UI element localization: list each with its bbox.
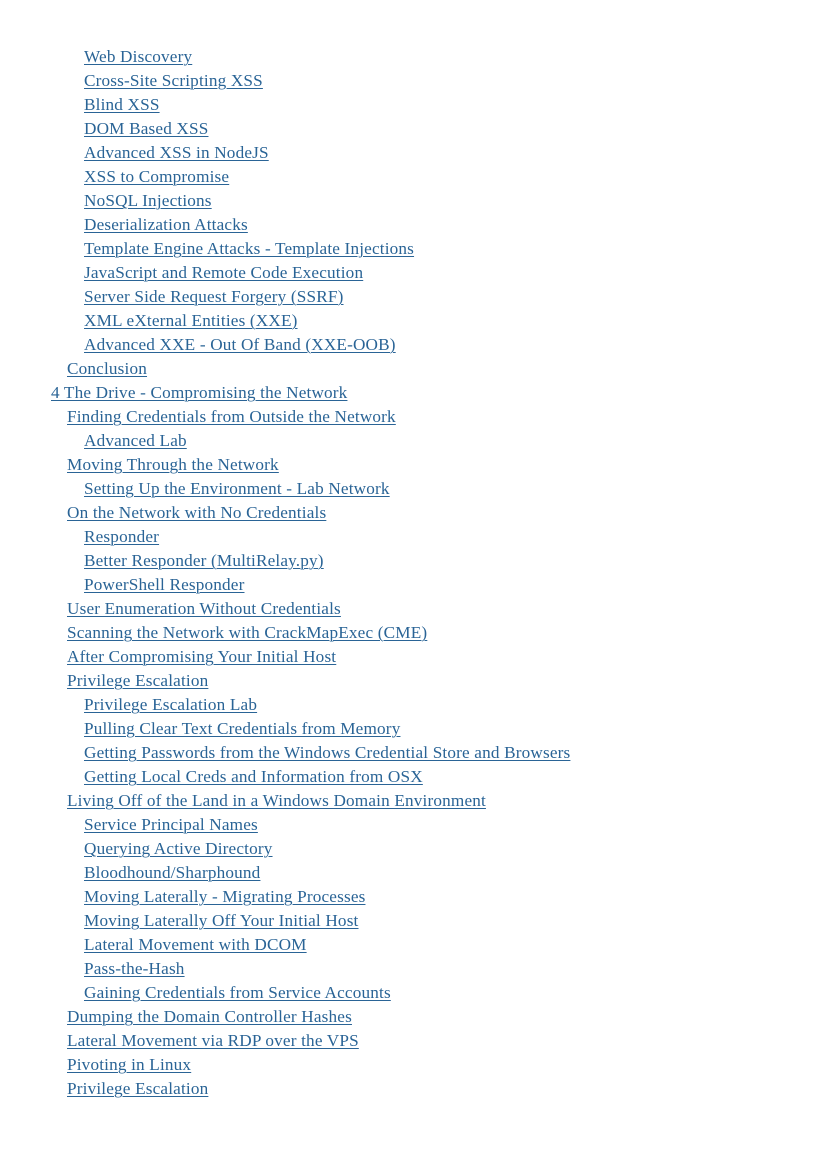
toc-entry[interactable]: Pass-the-Hash (0, 957, 826, 981)
toc-entry[interactable]: Advanced Lab (0, 429, 826, 453)
toc-entry-link[interactable]: Advanced XSS in NodeJS (84, 143, 269, 162)
toc-entry-link[interactable]: Server Side Request Forgery (SSRF) (84, 287, 344, 306)
toc-entry[interactable]: Privilege Escalation Lab (0, 693, 826, 717)
toc-entry-link[interactable]: Conclusion (67, 359, 147, 378)
toc-entry[interactable]: User Enumeration Without Credentials (0, 597, 826, 621)
toc-entry[interactable]: On the Network with No Credentials (0, 501, 826, 525)
toc-entry-link[interactable]: 4 The Drive - Compromising the Network (51, 383, 347, 402)
toc-entry-link[interactable]: Gaining Credentials from Service Account… (84, 983, 391, 1002)
toc-entry-link[interactable]: NoSQL Injections (84, 191, 212, 210)
toc-entry[interactable]: Bloodhound/Sharphound (0, 861, 826, 885)
toc-entry[interactable]: Setting Up the Environment - Lab Network (0, 477, 826, 501)
toc-entry-link[interactable]: On the Network with No Credentials (67, 503, 326, 522)
toc-entry[interactable]: 4 The Drive - Compromising the Network (0, 381, 826, 405)
toc-entry-link[interactable]: Cross-Site Scripting XSS (84, 71, 263, 90)
toc-entry-link[interactable]: Service Principal Names (84, 815, 258, 834)
toc-entry[interactable]: Querying Active Directory (0, 837, 826, 861)
toc-entry[interactable]: Deserialization Attacks (0, 213, 826, 237)
toc-entry[interactable]: Web Discovery (0, 45, 826, 69)
toc-entry-link[interactable]: Advanced XXE - Out Of Band (XXE-OOB) (84, 335, 396, 354)
toc-entry[interactable]: Getting Local Creds and Information from… (0, 765, 826, 789)
toc-entry[interactable]: Better Responder (MultiRelay.py) (0, 549, 826, 573)
toc-entry[interactable]: JavaScript and Remote Code Execution (0, 261, 826, 285)
toc-entry[interactable]: Getting Passwords from the Windows Crede… (0, 741, 826, 765)
toc-entry-link[interactable]: Lateral Movement with DCOM (84, 935, 307, 954)
toc-entry-link[interactable]: Privilege Escalation (67, 1079, 208, 1098)
toc-entry-link[interactable]: Dumping the Domain Controller Hashes (67, 1007, 352, 1026)
toc-entry-link[interactable]: Bloodhound/Sharphound (84, 863, 260, 882)
toc-entry-link[interactable]: Scanning the Network with CrackMapExec (… (67, 623, 427, 642)
toc-entry-link[interactable]: Advanced Lab (84, 431, 187, 450)
toc-entry[interactable]: Pulling Clear Text Credentials from Memo… (0, 717, 826, 741)
toc-entry-link[interactable]: Template Engine Attacks - Template Injec… (84, 239, 414, 258)
toc-entry-link[interactable]: Pulling Clear Text Credentials from Memo… (84, 719, 400, 738)
toc-entry[interactable]: Living Off of the Land in a Windows Doma… (0, 789, 826, 813)
toc-entry[interactable]: Moving Laterally - Migrating Processes (0, 885, 826, 909)
toc-entry[interactable]: Lateral Movement via RDP over the VPS (0, 1029, 826, 1053)
toc-entry-link[interactable]: Moving Through the Network (67, 455, 279, 474)
toc-entry-link[interactable]: DOM Based XSS (84, 119, 208, 138)
toc-entry-link[interactable]: Querying Active Directory (84, 839, 273, 858)
toc-entry[interactable]: Finding Credentials from Outside the Net… (0, 405, 826, 429)
toc-entry-link[interactable]: Living Off of the Land in a Windows Doma… (67, 791, 486, 810)
pdf-page: Web Discovery Cross-Site Scripting XSS Bli… (0, 0, 826, 1169)
toc-entry[interactable]: Privilege Escalation (0, 669, 826, 693)
toc-entry-link[interactable]: Moving Laterally Off Your Initial Host (84, 911, 359, 930)
toc-entry-link[interactable]: Pass-the-Hash (84, 959, 185, 978)
toc-entry[interactable]: Conclusion (0, 357, 826, 381)
toc-entry-link[interactable]: Pivoting in Linux (67, 1055, 191, 1074)
toc-entry[interactable]: After Compromising Your Initial Host (0, 645, 826, 669)
toc-entry-link[interactable]: Blind XSS (84, 95, 160, 114)
toc-entry[interactable]: Moving Laterally Off Your Initial Host (0, 909, 826, 933)
toc-entry[interactable]: Service Principal Names (0, 813, 826, 837)
toc-entry-link[interactable]: JavaScript and Remote Code Execution (84, 263, 363, 282)
toc-entry[interactable]: Advanced XSS in NodeJS (0, 141, 826, 165)
toc-entry-link[interactable]: Web Discovery (84, 47, 192, 66)
toc-entry[interactable]: Cross-Site Scripting XSS (0, 69, 826, 93)
toc-entry[interactable]: Server Side Request Forgery (SSRF) (0, 285, 826, 309)
toc-entry-link[interactable]: Deserialization Attacks (84, 215, 248, 234)
toc-entry-link[interactable]: Getting Passwords from the Windows Crede… (84, 743, 570, 762)
toc-entry[interactable]: Advanced XXE - Out Of Band (XXE-OOB) (0, 333, 826, 357)
toc-entry[interactable]: Lateral Movement with DCOM (0, 933, 826, 957)
toc-entry[interactable]: Scanning the Network with CrackMapExec (… (0, 621, 826, 645)
toc-entry[interactable]: Dumping the Domain Controller Hashes (0, 1005, 826, 1029)
toc-entry-link[interactable]: Privilege Escalation (67, 671, 208, 690)
toc-entry-link[interactable]: After Compromising Your Initial Host (67, 647, 336, 666)
toc-entry[interactable]: XSS to Compromise (0, 165, 826, 189)
toc-entry[interactable]: Moving Through the Network (0, 453, 826, 477)
toc-entry[interactable]: XML eXternal Entities (XXE) (0, 309, 826, 333)
toc-entry-link[interactable]: Privilege Escalation Lab (84, 695, 257, 714)
toc-entry-link[interactable]: XSS to Compromise (84, 167, 229, 186)
toc-entry-link[interactable]: Getting Local Creds and Information from… (84, 767, 423, 786)
toc-entry[interactable]: PowerShell Responder (0, 573, 826, 597)
toc-entry[interactable]: DOM Based XSS (0, 117, 826, 141)
toc-entry-link[interactable]: User Enumeration Without Credentials (67, 599, 341, 618)
toc-entry[interactable]: Blind XSS (0, 93, 826, 117)
toc-entry-link[interactable]: Finding Credentials from Outside the Net… (67, 407, 396, 426)
toc-entry[interactable]: Pivoting in Linux (0, 1053, 826, 1077)
toc-entry-link[interactable]: PowerShell Responder (84, 575, 245, 594)
toc-entry-link[interactable]: Responder (84, 527, 159, 546)
table-of-contents: Web Discovery Cross-Site Scripting XSS Bli… (0, 45, 826, 1101)
toc-entry[interactable]: Responder (0, 525, 826, 549)
toc-entry-link[interactable]: Lateral Movement via RDP over the VPS (67, 1031, 359, 1050)
toc-entry[interactable]: Template Engine Attacks - Template Injec… (0, 237, 826, 261)
toc-entry[interactable]: NoSQL Injections (0, 189, 826, 213)
toc-entry-link[interactable]: Setting Up the Environment - Lab Network (84, 479, 390, 498)
toc-entry-link[interactable]: XML eXternal Entities (XXE) (84, 311, 298, 330)
toc-entry[interactable]: Privilege Escalation (0, 1077, 826, 1101)
toc-entry-link[interactable]: Moving Laterally - Migrating Processes (84, 887, 365, 906)
toc-entry[interactable]: Gaining Credentials from Service Account… (0, 981, 826, 1005)
toc-entry-link[interactable]: Better Responder (MultiRelay.py) (84, 551, 324, 570)
